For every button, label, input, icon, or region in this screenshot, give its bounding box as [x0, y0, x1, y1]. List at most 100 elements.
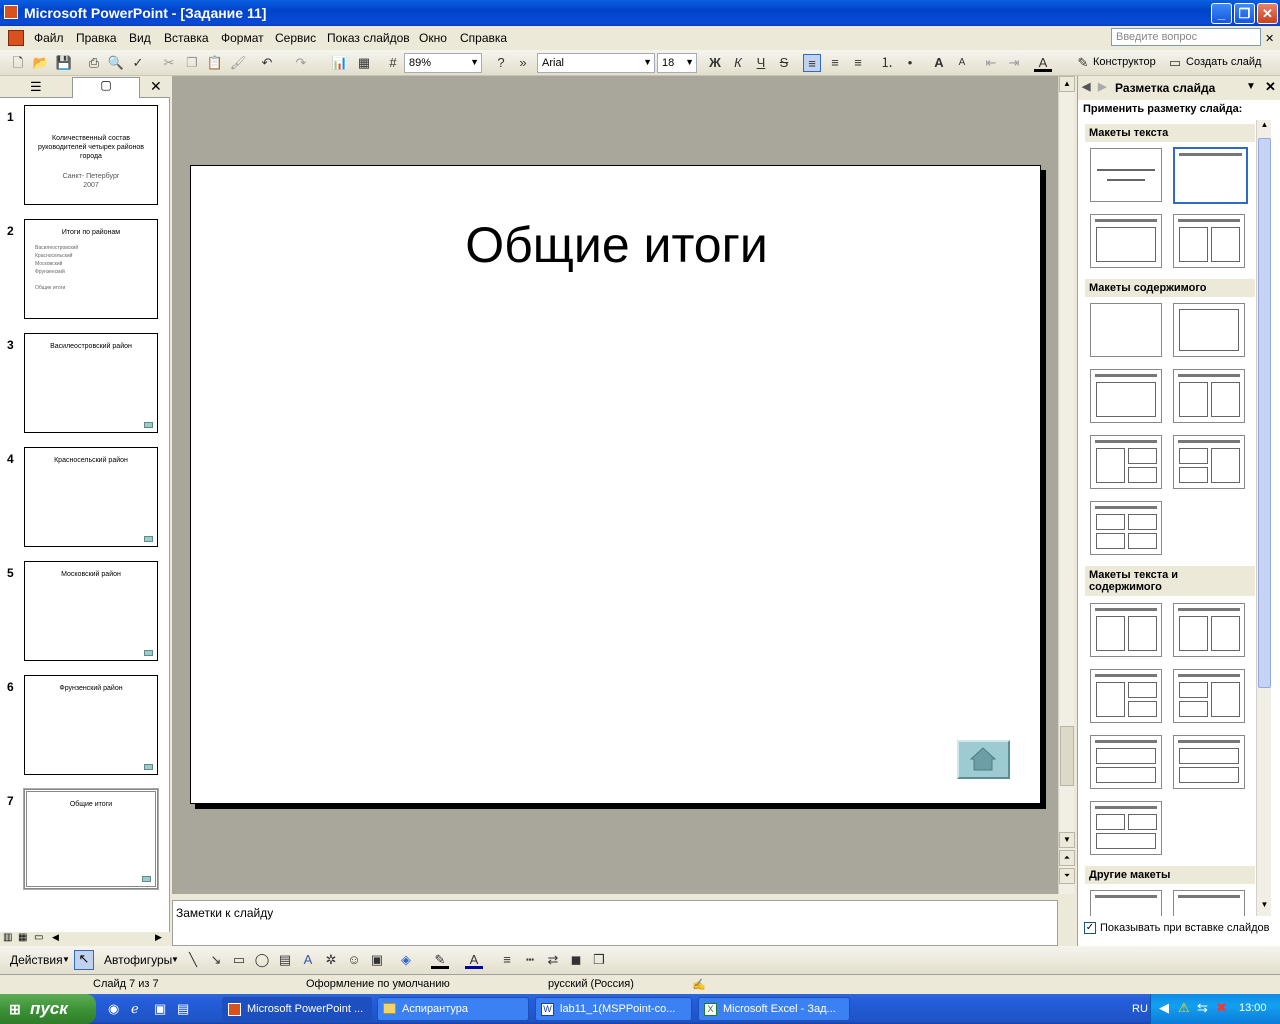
font-select[interactable]: Arial ▼ — [537, 53, 655, 73]
layout-title-text[interactable] — [1090, 214, 1162, 268]
scroll-down-icon[interactable]: ▼ — [1059, 832, 1075, 848]
slide-title[interactable]: Общие итоги — [191, 216, 1042, 274]
security-icon[interactable]: ✖ — [1216, 1000, 1227, 1016]
clipart-icon[interactable]: ☺ — [345, 951, 363, 969]
back-icon[interactable]: ◀ — [1082, 80, 1090, 93]
rectangle-icon[interactable]: ▭ — [230, 951, 248, 969]
arrow-style-icon[interactable]: ⇄ — [544, 951, 562, 969]
scroll-up-icon[interactable]: ▲ — [1257, 120, 1272, 135]
copy-icon[interactable]: ❐ — [183, 54, 201, 72]
numbering-icon[interactable]: ⒈ — [878, 54, 896, 72]
folder-icon[interactable]: ▤ — [177, 1001, 189, 1017]
oval-icon[interactable]: ◯ — [253, 951, 271, 969]
scroll-left-icon[interactable]: ◀ — [52, 932, 59, 943]
increase-font-icon[interactable]: A — [930, 54, 948, 72]
close-button[interactable]: ✕ — [1257, 3, 1278, 24]
3d-style-icon[interactable]: ❒ — [590, 951, 608, 969]
menu-format[interactable]: Формат — [221, 31, 264, 45]
select-pointer-icon[interactable]: ↖ — [74, 950, 94, 970]
designer-icon[interactable]: ✎ — [1074, 54, 1092, 72]
language-indicator[interactable]: RU — [1132, 1003, 1148, 1015]
menu-tools[interactable]: Сервис — [275, 31, 316, 45]
task-pane-menu-icon[interactable]: ▼ — [1246, 81, 1256, 92]
maximize-button[interactable]: ❐ — [1234, 3, 1255, 24]
slide-thumbnail-7[interactable]: Общие итоги — [23, 788, 159, 890]
diagram-icon[interactable]: ✲ — [322, 951, 340, 969]
wordart-icon[interactable]: A — [299, 951, 317, 969]
cut-icon[interactable]: ✂ — [160, 54, 178, 72]
minimize-button[interactable]: _ — [1211, 3, 1232, 24]
designer-button[interactable]: Конструктор — [1093, 56, 1156, 68]
spelling-icon[interactable]: ✓ — [129, 54, 147, 72]
underline-button[interactable]: Ч — [752, 54, 770, 72]
undo-icon[interactable]: ↶ — [258, 54, 276, 72]
task-powerpoint[interactable]: Microsoft PowerPoint ... — [222, 997, 372, 1021]
chevron-down-icon[interactable]: ▼ — [62, 955, 70, 964]
current-slide[interactable]: Общие итоги — [190, 165, 1041, 804]
menu-file[interactable]: Файл — [34, 31, 64, 45]
network-icon[interactable]: ⇆ — [1197, 1000, 1208, 1016]
font-color-icon[interactable]: A — [1034, 54, 1052, 72]
close-pane-icon[interactable]: ✕ — [150, 78, 162, 95]
decrease-indent-icon[interactable]: ⇤ — [982, 54, 1000, 72]
task-pane-close-icon[interactable]: ✕ — [1265, 79, 1276, 95]
line-style-icon[interactable]: ≡ — [498, 951, 516, 969]
preview-icon[interactable]: 🔍 — [107, 54, 125, 72]
actions-menu[interactable]: Действия — [10, 953, 63, 967]
vertical-scrollbar[interactable]: ▲ ▼ ⏶ ⏷ — [1058, 76, 1075, 894]
slideshow-view-icon[interactable]: ▭ — [34, 932, 43, 943]
layout-two-content-over-text[interactable] — [1090, 801, 1162, 855]
layout-text-two-content[interactable] — [1090, 669, 1162, 723]
quicklaunch-icon[interactable]: ◉ — [108, 1001, 119, 1017]
bullets-icon[interactable]: • — [901, 54, 919, 72]
new-slide-icon[interactable]: ▭ — [1166, 54, 1184, 72]
menu-view[interactable]: Вид — [129, 31, 151, 45]
decrease-font-icon[interactable]: A — [953, 54, 971, 72]
menu-window[interactable]: Окно — [419, 31, 447, 45]
slide-thumbnail-6[interactable]: Фрунзенский район — [24, 675, 158, 775]
bold-button[interactable]: Ж — [706, 54, 724, 72]
italic-button[interactable]: К — [729, 54, 747, 72]
warning-icon[interactable]: ⚠ — [1178, 1000, 1190, 1016]
scroll-right-icon[interactable]: ▶ — [155, 932, 162, 943]
start-button[interactable]: ⊞ пуск — [0, 994, 96, 1024]
print-icon[interactable]: ⎙ — [85, 54, 103, 72]
menu-insert[interactable]: Вставка — [164, 31, 209, 45]
home-action-button[interactable] — [957, 740, 1010, 779]
layout-title-only[interactable] — [1173, 147, 1248, 204]
align-left-icon[interactable]: ≡ — [803, 54, 821, 72]
dash-style-icon[interactable]: ┅ — [521, 951, 539, 969]
grid-icon[interactable]: # — [384, 54, 402, 72]
scroll-thumb[interactable] — [1060, 726, 1074, 786]
shadow-button[interactable]: S — [775, 54, 793, 72]
more-buttons-icon[interactable]: » — [514, 54, 532, 72]
desktop-icon[interactable]: ▣ — [154, 1001, 166, 1017]
insert-chart-icon[interactable]: 📊 — [331, 54, 349, 72]
task-folder[interactable]: Аспирантура — [377, 997, 529, 1021]
task-pane-scrollbar[interactable]: ▲ ▼ — [1256, 120, 1271, 916]
slide-thumbnail-2[interactable]: Итоги по районам Василеостровский Красно… — [24, 219, 158, 319]
shadow-style-icon[interactable]: ◼ — [567, 951, 585, 969]
slide-thumbnail-5[interactable]: Московский район — [24, 561, 158, 661]
save-icon[interactable]: 💾 — [55, 54, 73, 72]
autoshapes-menu[interactable]: Автофигуры — [104, 953, 172, 967]
layout-content-four[interactable] — [1090, 501, 1162, 555]
help-search-input[interactable]: Введите вопрос — [1111, 28, 1261, 46]
layout-text-content[interactable] — [1090, 603, 1162, 657]
outline-tab-icon[interactable]: ☰ — [30, 79, 42, 95]
insert-table-icon[interactable]: ▦ — [355, 54, 373, 72]
fill-color-icon[interactable]: ◈ — [397, 951, 415, 969]
menu-slideshow[interactable]: Показ слайдов — [327, 31, 410, 45]
help-icon[interactable]: ? — [492, 54, 510, 72]
layout-content-three-alt[interactable] — [1173, 435, 1245, 489]
previous-slide-icon[interactable]: ⏶ — [1059, 850, 1075, 866]
font-size-select[interactable]: 18 ▼ — [657, 53, 697, 73]
slide-thumbnail-3[interactable]: Василеостровский район — [24, 333, 158, 433]
increase-indent-icon[interactable]: ⇥ — [1005, 54, 1023, 72]
format-painter-icon[interactable]: 🖌 — [229, 54, 247, 72]
align-center-icon[interactable]: ≡ — [826, 54, 844, 72]
layout-two-content-text[interactable] — [1173, 669, 1245, 723]
picture-icon[interactable]: ▣ — [368, 951, 386, 969]
new-slide-button[interactable]: Создать слайд — [1186, 56, 1261, 68]
close-doc-icon[interactable]: ✕ — [1265, 32, 1274, 45]
